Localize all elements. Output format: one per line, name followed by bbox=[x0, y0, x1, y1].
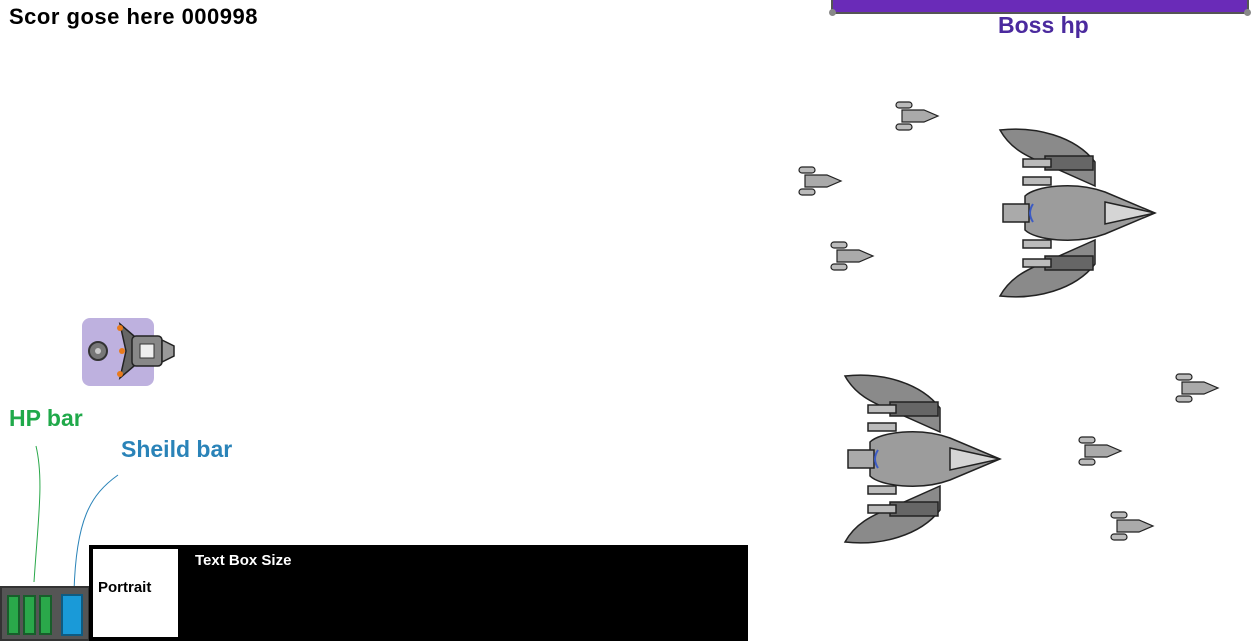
fighter-ship bbox=[1110, 511, 1155, 541]
fighter-ship bbox=[798, 166, 843, 196]
hp-segment bbox=[7, 595, 20, 635]
fighter-ship bbox=[1078, 436, 1123, 466]
hp-segment bbox=[39, 595, 52, 635]
portrait-label: Portrait bbox=[98, 579, 152, 596]
shield-bar-label: Sheild bar bbox=[121, 436, 233, 462]
player-ship bbox=[82, 318, 175, 386]
fighter-ship bbox=[895, 101, 940, 131]
shield-pointer-line bbox=[73, 474, 119, 593]
dialog-text-box bbox=[89, 545, 748, 641]
fighter-ship bbox=[830, 241, 875, 271]
portrait-frame: Portrait bbox=[93, 549, 178, 637]
hp-segment bbox=[23, 595, 36, 635]
fighter-ship bbox=[1175, 373, 1220, 403]
score-text: Scor gose here 000998 bbox=[9, 4, 258, 29]
shield-segment bbox=[61, 594, 83, 636]
boss-hp-label: Boss hp bbox=[998, 12, 1089, 38]
boss-ship bbox=[843, 374, 1002, 544]
text-box-label: Text Box Size bbox=[195, 552, 292, 569]
hp-bar-label: HP bar bbox=[9, 405, 83, 431]
boss-ship bbox=[998, 128, 1157, 298]
status-panel bbox=[0, 586, 90, 641]
